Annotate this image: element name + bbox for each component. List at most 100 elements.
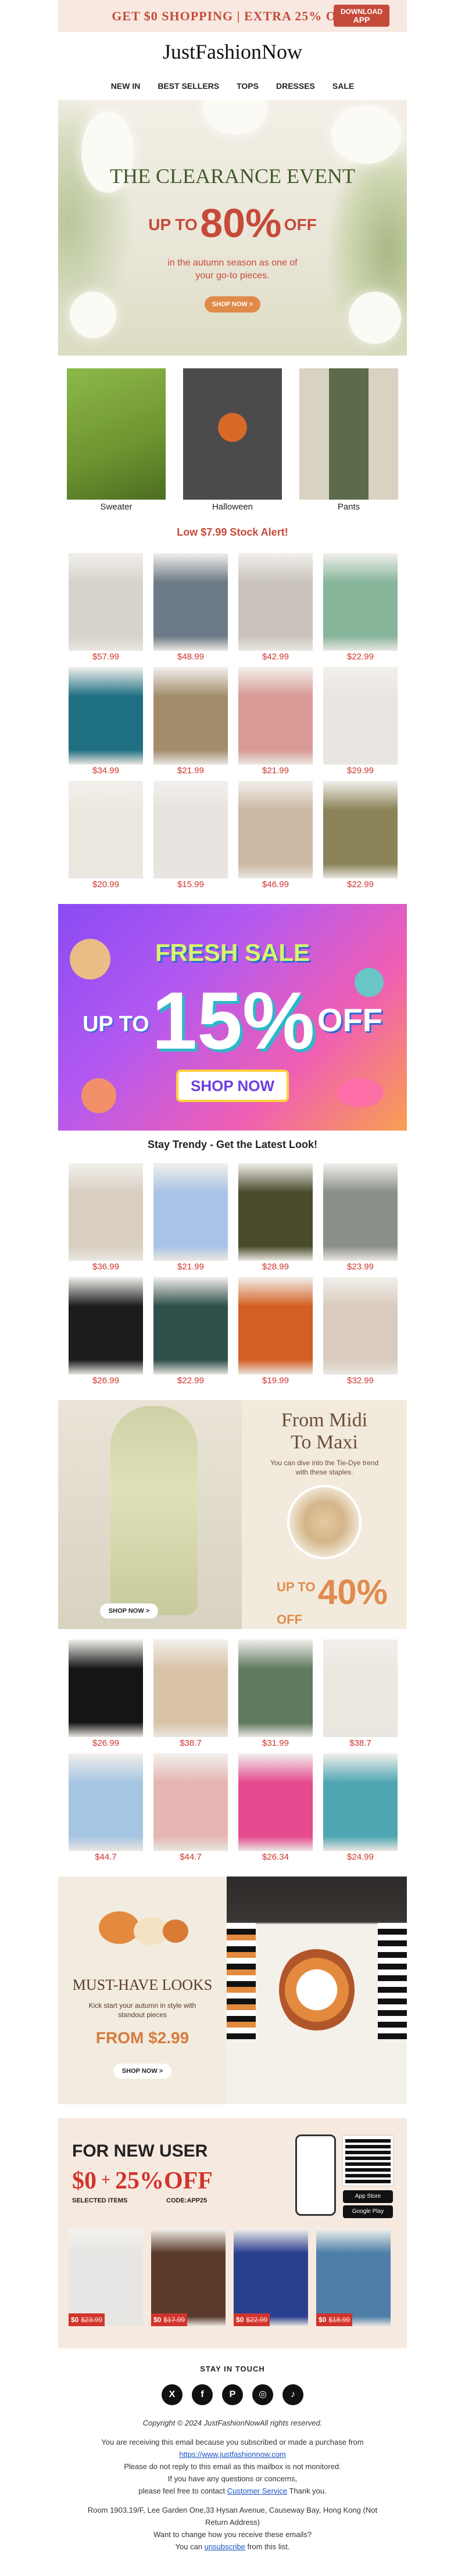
midi-shop-now-button[interactable]: SHOP NOW > bbox=[100, 1603, 158, 1619]
product-image[interactable] bbox=[238, 781, 313, 878]
facebook-icon[interactable]: f bbox=[192, 2384, 213, 2405]
product-image[interactable] bbox=[323, 667, 398, 765]
product-image[interactable] bbox=[238, 553, 313, 651]
product-card[interactable]: $44.7 bbox=[153, 1753, 228, 1862]
nav-dresses[interactable]: DRESSES bbox=[276, 81, 315, 91]
product-card[interactable]: $24.99 bbox=[323, 1753, 398, 1862]
product-card[interactable]: $38.7 bbox=[323, 1639, 398, 1748]
category-image[interactable] bbox=[67, 368, 166, 500]
product-card[interactable]: $28.99 bbox=[238, 1163, 313, 1272]
fresh-sale-shop-now-button[interactable]: SHOP NOW bbox=[176, 1070, 289, 1102]
app-store-button[interactable]: App Store bbox=[343, 2190, 393, 2203]
brand-logo[interactable]: JustFashionNow bbox=[58, 40, 407, 64]
product-card[interactable]: $22.99 bbox=[323, 781, 398, 889]
product-card[interactable]: $21.99 bbox=[153, 667, 228, 776]
category-image[interactable] bbox=[299, 368, 398, 500]
product-card[interactable]: $44.7 bbox=[69, 1753, 143, 1862]
product-card[interactable]: $42.99 bbox=[238, 553, 313, 662]
category-image[interactable] bbox=[183, 368, 282, 500]
product-card[interactable]: $29.99 bbox=[323, 667, 398, 776]
product-card[interactable]: $22.99 bbox=[323, 553, 398, 662]
product-image[interactable] bbox=[69, 667, 143, 765]
website-link[interactable]: https://www.justfashionnow.com bbox=[179, 2450, 286, 2459]
product-image[interactable] bbox=[323, 781, 398, 878]
product-image[interactable] bbox=[323, 1639, 398, 1737]
category-label[interactable]: Sweater bbox=[67, 502, 166, 512]
product-image[interactable] bbox=[153, 553, 228, 651]
product-card[interactable]: $15.99 bbox=[153, 781, 228, 889]
product-card[interactable]: $26.99 bbox=[69, 1277, 143, 1386]
tiktok-icon[interactable]: ♪ bbox=[282, 2384, 303, 2405]
product-image[interactable] bbox=[69, 781, 143, 878]
product-image[interactable] bbox=[238, 1639, 313, 1737]
must-have-model-image[interactable] bbox=[227, 1877, 407, 2104]
product-image[interactable] bbox=[323, 553, 398, 651]
qr-code[interactable] bbox=[342, 2135, 394, 2186]
product-image[interactable] bbox=[153, 1277, 228, 1375]
product-card[interactable]: $21.99 bbox=[238, 667, 313, 776]
product-card[interactable]: $23.99 bbox=[323, 1163, 398, 1272]
product-card[interactable]: $57.99 bbox=[69, 553, 143, 662]
product-image[interactable] bbox=[69, 1163, 143, 1261]
nav-tops[interactable]: TOPS bbox=[237, 81, 259, 91]
product-image[interactable] bbox=[238, 667, 313, 765]
new-user-product[interactable]: $0 $18.99 bbox=[316, 2229, 391, 2326]
product-image[interactable] bbox=[238, 1277, 313, 1375]
google-play-button[interactable]: Google Play bbox=[343, 2205, 393, 2218]
product-image[interactable] bbox=[323, 1753, 398, 1851]
product-card[interactable]: $34.99 bbox=[69, 667, 143, 776]
nav-sale[interactable]: SALE bbox=[332, 81, 354, 91]
promo-banner[interactable]: GET $0 SHOPPING | EXTRA 25% OFF DOWNLOAD… bbox=[58, 0, 407, 32]
product-image[interactable] bbox=[238, 1163, 313, 1261]
product-image[interactable] bbox=[153, 1753, 228, 1851]
nav-new-in[interactable]: NEW IN bbox=[111, 81, 141, 91]
category-label[interactable]: Pants bbox=[299, 502, 398, 512]
product-image[interactable] bbox=[238, 1753, 313, 1851]
product-card[interactable]: $26.99 bbox=[69, 1639, 143, 1748]
product-card[interactable]: $21.99 bbox=[153, 1163, 228, 1272]
customer-service-link[interactable]: Customer Service bbox=[227, 2487, 287, 2495]
product-card[interactable]: $31.99 bbox=[238, 1639, 313, 1748]
product-card[interactable]: $38.7 bbox=[153, 1639, 228, 1748]
category-label[interactable]: Halloween bbox=[183, 502, 282, 512]
hero-shop-now-button[interactable]: SHOP NOW > bbox=[205, 296, 260, 313]
product-image[interactable] bbox=[153, 1163, 228, 1261]
product-image[interactable] bbox=[69, 553, 143, 651]
midi-maxi-banner[interactable]: SHOP NOW > From Midi To Maxi You can div… bbox=[58, 1400, 407, 1629]
must-have-shop-now-button[interactable]: SHOP NOW > bbox=[113, 2064, 171, 2079]
new-user-offer[interactable]: FOR NEW USER $0 +25%OFF SELECTED ITEMS CO… bbox=[58, 2118, 407, 2348]
new-user-product[interactable]: $0 $23.99 bbox=[69, 2229, 143, 2326]
category-pants[interactable]: Pants bbox=[299, 368, 398, 512]
product-card[interactable]: $46.99 bbox=[238, 781, 313, 889]
product-card[interactable]: $26.34 bbox=[238, 1753, 313, 1862]
product-card[interactable]: $32.99 bbox=[323, 1277, 398, 1386]
clearance-hero-banner[interactable]: THE CLEARANCE EVENT UP TO 80% OFF in the… bbox=[58, 100, 407, 356]
category-sweater[interactable]: Sweater bbox=[67, 368, 166, 512]
nav-best-sellers[interactable]: BEST SELLERS bbox=[158, 81, 219, 91]
product-image[interactable] bbox=[69, 1639, 143, 1737]
new-user-product[interactable]: $0 $22.99 bbox=[234, 2229, 308, 2326]
product-image[interactable] bbox=[153, 781, 228, 878]
product-card[interactable]: $36.99 bbox=[69, 1163, 143, 1272]
new-user-product[interactable]: $0 $17.99 bbox=[151, 2229, 226, 2326]
midi-model-image[interactable]: SHOP NOW > bbox=[58, 1400, 242, 1629]
category-halloween[interactable]: Halloween bbox=[183, 368, 282, 512]
product-image[interactable] bbox=[69, 1277, 143, 1375]
product-image[interactable] bbox=[153, 1639, 228, 1737]
pinterest-icon[interactable]: P bbox=[222, 2384, 243, 2405]
product-card[interactable]: $48.99 bbox=[153, 553, 228, 662]
product-image[interactable] bbox=[323, 1163, 398, 1261]
unsubscribe-link[interactable]: unsubscribe bbox=[205, 2542, 245, 2551]
product-image[interactable] bbox=[323, 1277, 398, 1375]
must-have-banner[interactable]: MUST-HAVE LOOKS Kick start your autumn i… bbox=[58, 1877, 407, 2104]
instagram-icon[interactable]: ◎ bbox=[252, 2384, 273, 2405]
product-card[interactable]: $19.99 bbox=[238, 1277, 313, 1386]
fresh-sale-banner[interactable]: FRESH SALE UP TO 15% OFF SHOP NOW bbox=[58, 904, 407, 1131]
product-image[interactable] bbox=[69, 1753, 143, 1851]
product-price: $28.99 bbox=[262, 1262, 289, 1272]
product-image[interactable] bbox=[153, 667, 228, 765]
download-app-button[interactable]: DOWNLOAD APP bbox=[334, 5, 389, 27]
product-card[interactable]: $22.99 bbox=[153, 1277, 228, 1386]
x-twitter-icon[interactable]: X bbox=[162, 2384, 183, 2405]
product-card[interactable]: $20.99 bbox=[69, 781, 143, 889]
